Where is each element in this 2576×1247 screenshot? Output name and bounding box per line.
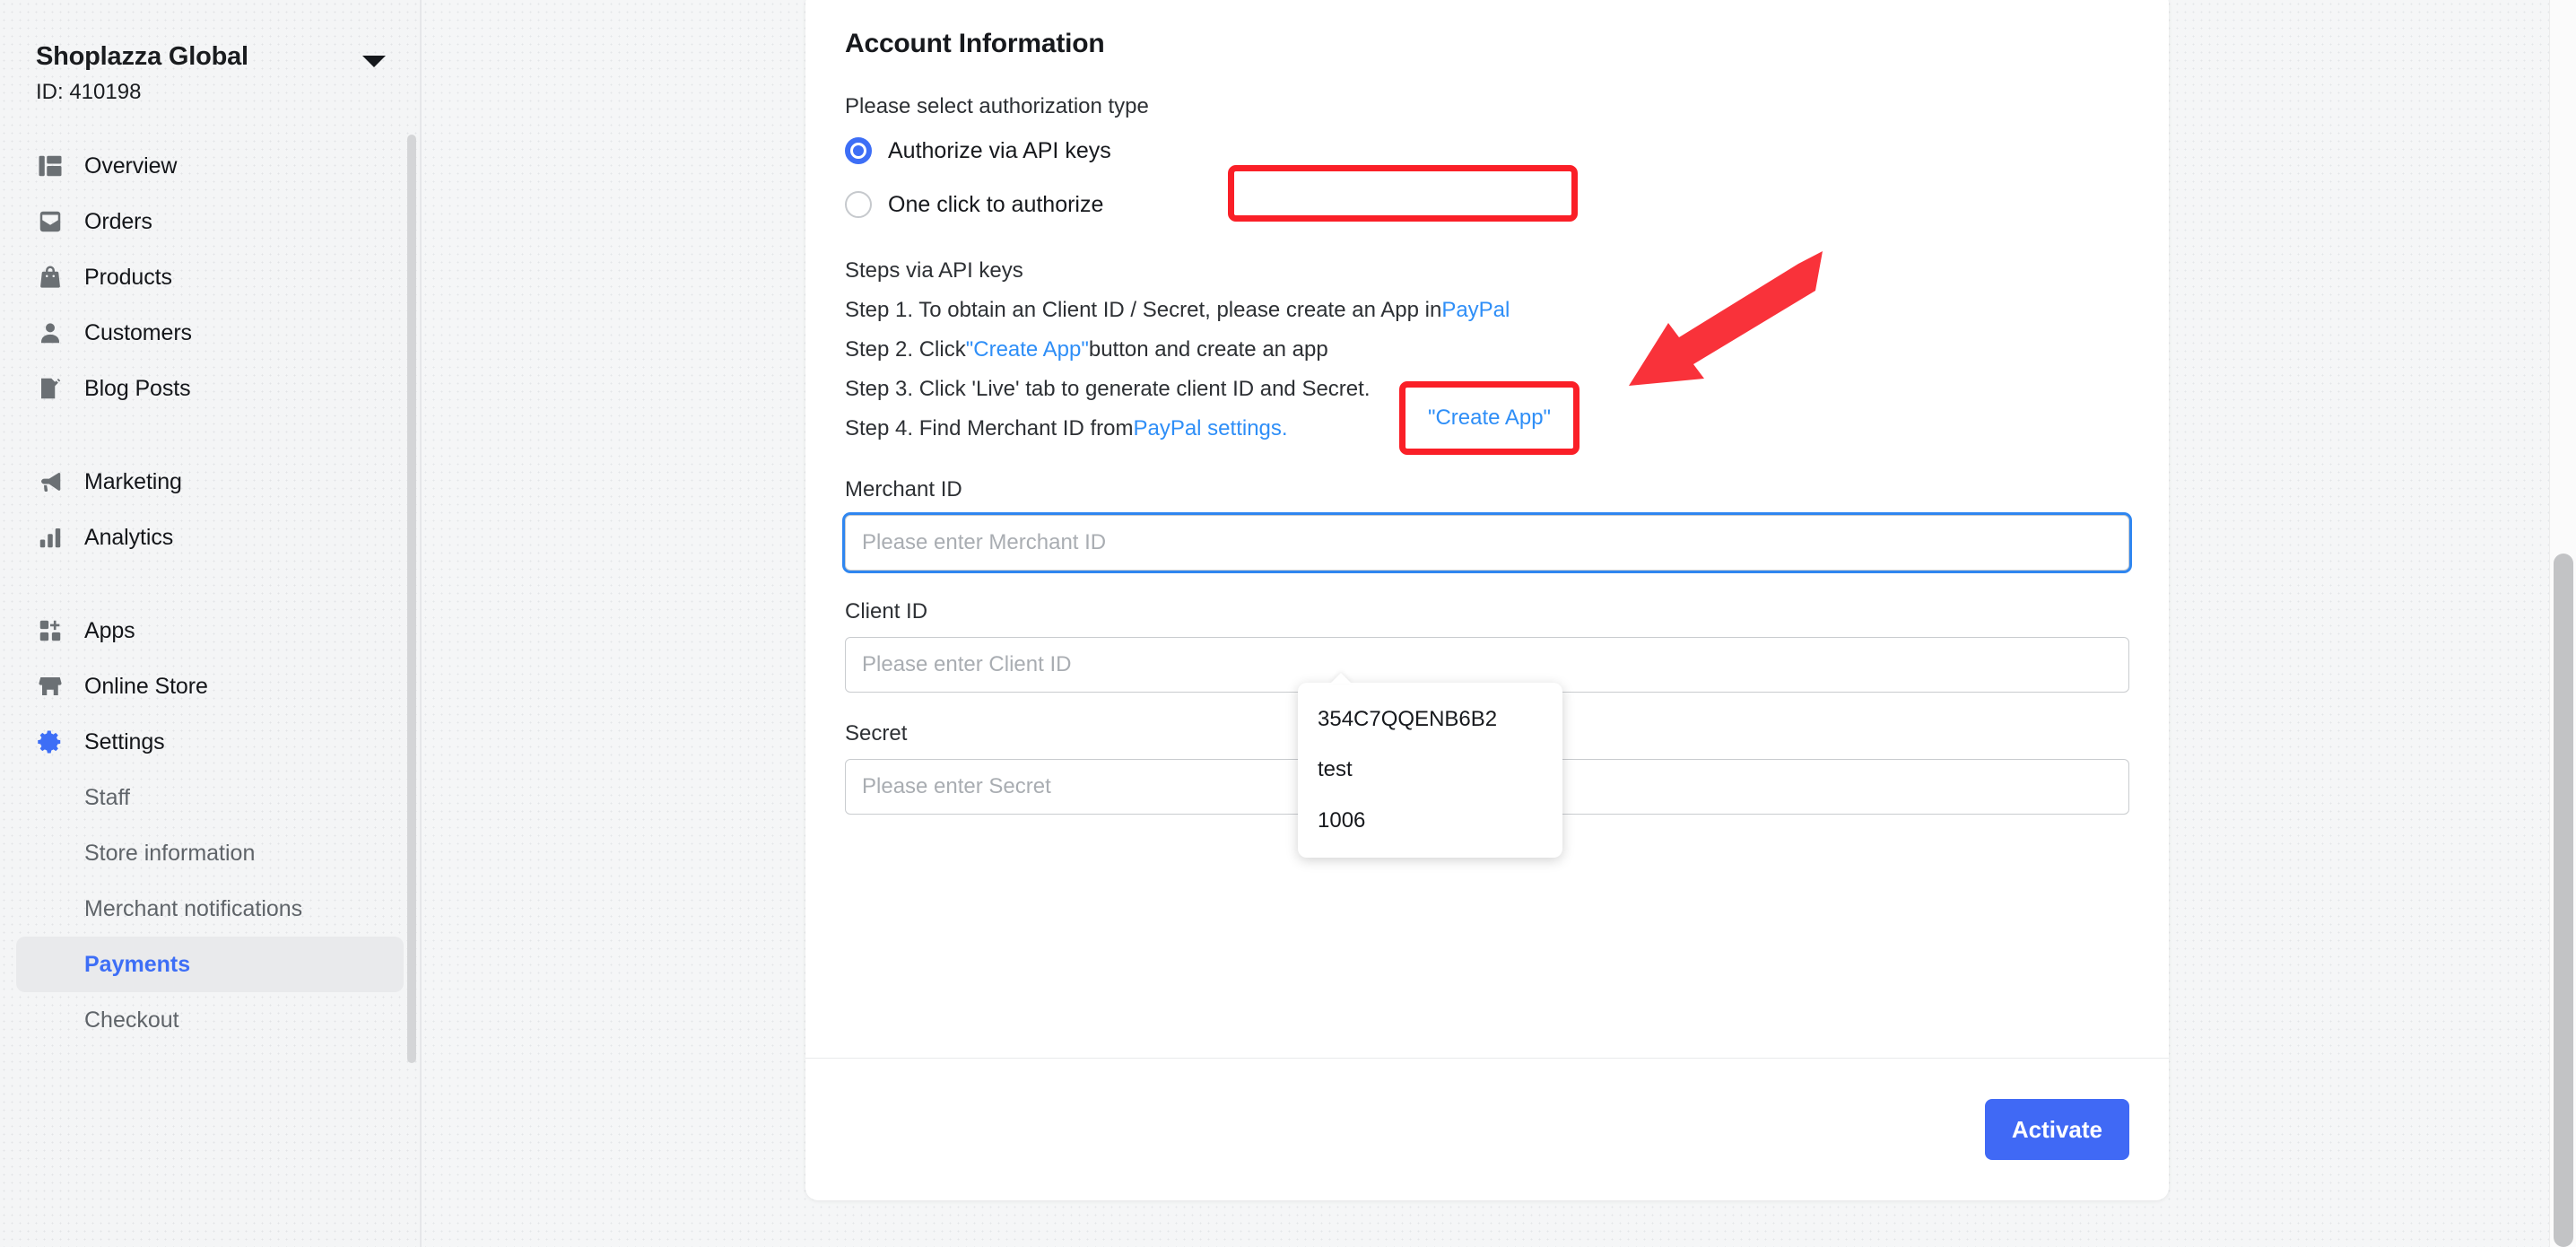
step-text: Step 4. Find Merchant ID from [845, 416, 1134, 440]
merchant-id-label: Merchant ID [845, 477, 962, 501]
megaphone-icon [36, 467, 65, 496]
sidebar-nav: Overview Orders Products Customers Blog … [0, 138, 420, 1048]
sidebar-item-merchant-notifications[interactable]: Merchant notifications [16, 881, 404, 937]
inbox-icon [36, 207, 65, 236]
sidebar-item-label: Analytics [84, 524, 174, 550]
radio-option-api-keys[interactable]: Authorize via API keys [845, 124, 2129, 178]
sidebar-subitem-label: Checkout [84, 1007, 179, 1033]
person-icon [36, 318, 65, 347]
sidebar-item-overview[interactable]: Overview [16, 138, 404, 194]
sidebar-item-label: Blog Posts [84, 375, 191, 401]
merchant-id-input[interactable] [845, 515, 2129, 571]
app-root: Shoplazza Global ID: 410198 Overview Ord… [0, 0, 2576, 1247]
dashboard-icon [36, 152, 65, 180]
sidebar-item-checkout[interactable]: Checkout [16, 992, 404, 1048]
suggestion-item[interactable]: 354C7QQENB6B2 [1298, 695, 1562, 746]
sidebar-item-online-store[interactable]: Online Store [16, 658, 404, 714]
step-line-3: Step 3. Click 'Live' tab to generate cli… [845, 370, 2129, 409]
main-content: Account Information Please select author… [422, 0, 2576, 1247]
paypal-link[interactable]: PayPal [1441, 300, 1510, 321]
nav-group-primary: Overview Orders Products Customers Blog … [0, 138, 420, 416]
create-app-link[interactable]: "Create App" [966, 339, 1089, 361]
nav-group-tertiary: Apps Online Store Settings Staff Store i… [0, 603, 420, 1048]
step-text-suffix: button and create an app [1088, 337, 1328, 362]
sidebar-item-label: Products [84, 264, 172, 290]
bar-chart-icon [36, 523, 65, 552]
nav-group-secondary: Marketing Analytics [0, 454, 420, 565]
nav-divider-2 [0, 565, 420, 603]
radio-unselected-icon[interactable] [845, 191, 872, 218]
sidebar-item-label: Marketing [84, 468, 182, 494]
sidebar-item-analytics[interactable]: Analytics [16, 510, 404, 565]
store-id: ID: 410198 [36, 79, 142, 104]
store-switcher[interactable]: Shoplazza Global ID: 410198 [0, 0, 420, 104]
apps-grid-icon [36, 616, 65, 645]
client-id-label: Client ID [845, 599, 928, 624]
sidebar-subitem-label: Payments [84, 951, 191, 977]
sidebar-item-label: Overview [84, 153, 178, 179]
sidebar-scrollbar[interactable] [407, 135, 416, 1063]
bag-icon [36, 263, 65, 292]
auth-type-prompt: Please select authorization type [845, 94, 1149, 118]
blog-pencil-icon [36, 374, 65, 403]
sidebar-item-customers[interactable]: Customers [16, 305, 404, 361]
sidebar: Shoplazza Global ID: 410198 Overview Ord… [0, 0, 422, 1247]
radio-selected-icon[interactable] [845, 137, 872, 164]
steps-section: Steps via API keys Step 1. To obtain an … [845, 251, 2129, 449]
steps-heading: Steps via API keys [845, 258, 1023, 283]
paypal-settings-link[interactable]: PayPal settings. [1133, 418, 1287, 440]
step-line-2: Step 2. Click "Create App" button and cr… [845, 330, 2129, 370]
step-text: Step 3. Click 'Live' tab to generate cli… [845, 377, 1371, 401]
merchant-id-field-block: Merchant ID [845, 477, 2129, 571]
page-title: Account Information [845, 29, 1105, 58]
activate-button[interactable]: Activate [1984, 1099, 2129, 1160]
sidebar-item-label: Orders [84, 208, 152, 234]
sidebar-item-products[interactable]: Products [16, 249, 404, 305]
chevron-down-icon[interactable] [362, 56, 386, 67]
sidebar-item-label: Settings [84, 728, 165, 754]
authorization-type-radio-group: Authorize via API keys One click to auth… [845, 124, 2129, 231]
sidebar-item-apps[interactable]: Apps [16, 603, 404, 658]
sidebar-item-staff[interactable]: Staff [16, 770, 404, 825]
radio-option-label: Authorize via API keys [888, 137, 1111, 163]
radio-option-one-click[interactable]: One click to authorize [845, 178, 2129, 231]
sidebar-item-marketing[interactable]: Marketing [16, 454, 404, 510]
step-line-1: Step 1. To obtain an Client ID / Secret,… [845, 291, 2129, 330]
step-text: Step 2. Click [845, 337, 966, 362]
sidebar-item-label: Online Store [84, 673, 208, 699]
sidebar-item-blog-posts[interactable]: Blog Posts [16, 361, 404, 416]
sidebar-item-label: Apps [84, 617, 135, 643]
nav-divider-1 [0, 416, 420, 454]
sidebar-item-settings[interactable]: Settings [16, 714, 404, 770]
suggestion-item[interactable]: 1006 [1298, 797, 1562, 847]
gear-icon [36, 728, 65, 756]
storefront-icon [36, 672, 65, 701]
step-line-4: Step 4. Find Merchant ID from PayPal set… [845, 409, 2129, 449]
radio-option-label: One click to authorize [888, 191, 1104, 217]
suggestion-item[interactable]: test [1298, 746, 1562, 796]
sidebar-subitem-label: Merchant notifications [84, 895, 303, 921]
client-id-field-block: Client ID [845, 599, 2129, 693]
sidebar-subitem-label: Store information [84, 840, 256, 866]
card-footer: Activate [805, 1058, 2169, 1200]
sidebar-subitem-label: Staff [84, 784, 130, 810]
sidebar-item-payments[interactable]: Payments [16, 937, 404, 993]
store-name: Shoplazza Global [36, 42, 248, 71]
sidebar-item-label: Customers [84, 319, 192, 345]
step-text: Step 1. To obtain an Client ID / Secret,… [845, 298, 1442, 322]
sidebar-item-store-information[interactable]: Store information [16, 825, 404, 881]
autocomplete-dropdown[interactable]: 354C7QQENB6B2 test 1006 [1298, 683, 1562, 859]
sidebar-item-orders[interactable]: Orders [16, 194, 404, 249]
page-scrollbar-thumb[interactable] [2554, 554, 2573, 1247]
account-information-card: Account Information Please select author… [805, 0, 2169, 1200]
